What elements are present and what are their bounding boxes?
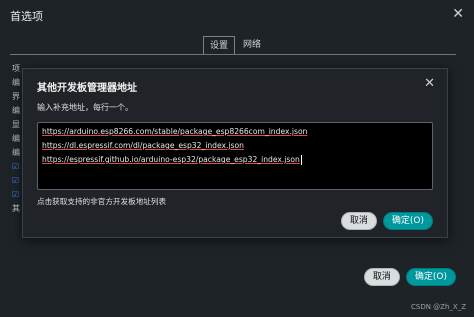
checkbox-icon[interactable]: ☑ bbox=[12, 160, 20, 174]
close-icon[interactable]: ✕ bbox=[452, 6, 464, 22]
preferences-window-title: 首选项 bbox=[10, 10, 43, 23]
settings-row: 编 bbox=[12, 106, 20, 115]
settings-row: 显 bbox=[12, 120, 20, 129]
unofficial-boards-link[interactable]: 点击获取支持的非官方开发板地址列表 bbox=[37, 196, 166, 207]
tab-divider bbox=[10, 54, 456, 55]
watermark: CSDN @Zh_X_Z bbox=[410, 303, 466, 311]
dialog-buttons: 取消 确定(O) bbox=[340, 212, 433, 230]
url-line: https://dl.espressif.com/dl/package_esp3… bbox=[42, 141, 244, 150]
tab-settings[interactable]: 设置 bbox=[203, 36, 236, 55]
settings-row: 编 bbox=[12, 148, 20, 157]
checkbox-icon[interactable]: ☑ bbox=[12, 174, 20, 188]
settings-row: 编 bbox=[12, 78, 20, 87]
ok-button[interactable]: 确定(O) bbox=[405, 268, 456, 286]
settings-row: 编 bbox=[12, 134, 20, 143]
settings-row: 界 bbox=[12, 92, 20, 101]
settings-row: 项 bbox=[12, 64, 20, 73]
urls-textarea[interactable]: https://arduino.esp8266.com/stable/packa… bbox=[37, 122, 433, 190]
tab-bar: 设置 网络 bbox=[203, 36, 267, 55]
board-manager-urls-dialog: 其他开发板管理器地址 ✕ 输入补充地址，每行一个。 https://arduin… bbox=[22, 68, 448, 238]
dialog-title: 其他开发板管理器地址 bbox=[37, 83, 137, 94]
partially-hidden-settings: 项 编 界 编 显 编 编 ☑ ☑ ☑ 其 bbox=[12, 62, 20, 216]
close-icon[interactable]: ✕ bbox=[424, 76, 435, 91]
url-line: https://espressif.github.io/arduino-esp3… bbox=[42, 155, 302, 165]
text-cursor bbox=[300, 155, 302, 165]
dialog-ok-button[interactable]: 确定(O) bbox=[382, 212, 433, 230]
settings-row: 其 bbox=[12, 204, 20, 213]
dialog-instruction: 输入补充地址，每行一个。 bbox=[37, 103, 133, 112]
checkbox-icon[interactable]: ☑ bbox=[12, 188, 20, 202]
preferences-buttons: 取消 确定(O) bbox=[363, 268, 456, 286]
dialog-cancel-button[interactable]: 取消 bbox=[340, 212, 377, 230]
tab-network[interactable]: 网络 bbox=[237, 36, 267, 54]
url-line: https://arduino.esp8266.com/stable/packa… bbox=[42, 127, 308, 136]
cancel-button[interactable]: 取消 bbox=[363, 268, 400, 286]
